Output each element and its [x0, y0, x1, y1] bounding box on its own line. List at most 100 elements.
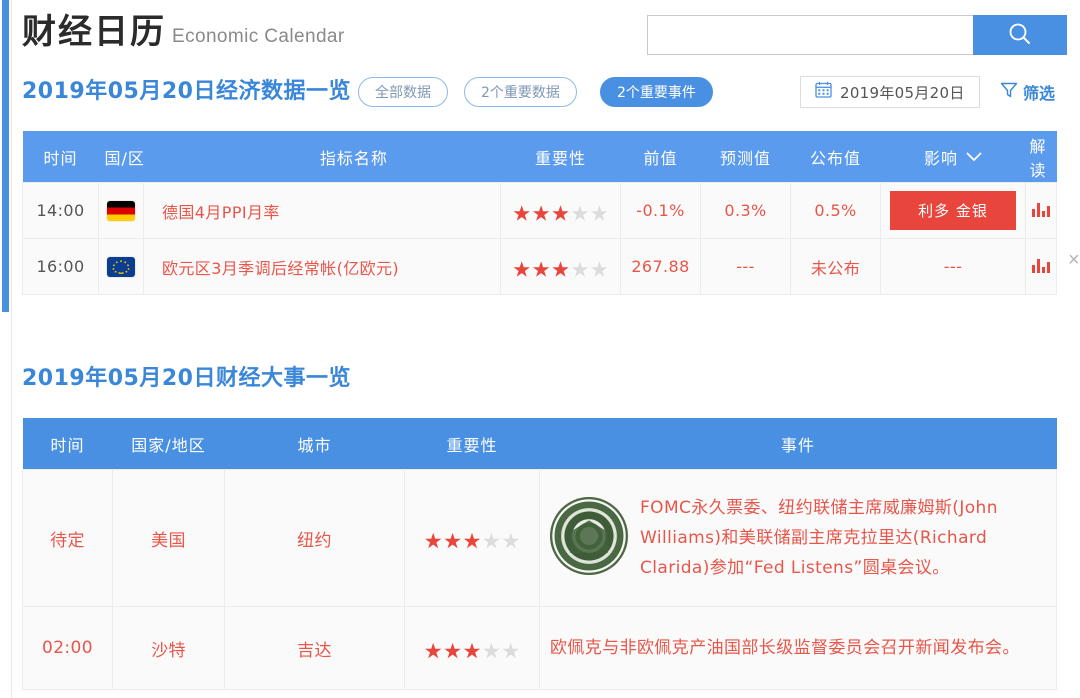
page-title-zh: 财经日历: [22, 12, 166, 52]
star-empty: [591, 205, 608, 221]
cell-flag: [98, 182, 144, 239]
cell-event-country: 美国: [112, 469, 225, 607]
cell-event-importance: [404, 469, 540, 607]
cell-interpretation: [1025, 182, 1058, 239]
col-forecast[interactable]: 预测值: [700, 131, 791, 183]
star-filled: [532, 261, 550, 277]
star-empty: [483, 532, 500, 549]
cell-event-time: 待定: [22, 469, 113, 607]
cell-importance: [500, 238, 622, 295]
economic-data-table: 时间 国/区 指标名称 重要性 前值 预测值 公布值 影响 解读 14:00 德…: [22, 131, 1058, 295]
col-impact-label: 影响: [924, 148, 959, 168]
star-filled: [513, 205, 530, 221]
cell-time: 14:00: [22, 182, 99, 239]
col-country-label: 国/区: [104, 148, 145, 168]
star-filled: [463, 532, 481, 549]
col-event-country[interactable]: 国家/地区: [112, 418, 225, 470]
table-row[interactable]: 待定 美国 纽约 FOMC永久票委、纽约联储主席威廉姆斯(John Willia…: [22, 469, 1057, 607]
star-empty: [591, 261, 608, 277]
col-event-importance[interactable]: 重要性: [404, 418, 540, 470]
search-bar: [647, 15, 1067, 55]
col-previous[interactable]: 前值: [620, 131, 701, 183]
filter-label: 筛选: [1023, 84, 1056, 103]
star-empty: [502, 532, 519, 549]
events-table-header-row: 时间 国家/地区 城市 重要性 事件: [22, 418, 1057, 470]
star-filled: [425, 532, 442, 549]
star-filled: [444, 532, 461, 549]
funnel-icon: [1000, 81, 1018, 104]
star-empty: [502, 642, 519, 659]
cell-previous: 267.88: [620, 238, 702, 295]
cell-indicator-name[interactable]: 欧元区3月季调后经常帐(亿欧元): [142, 238, 502, 295]
col-interpretation[interactable]: 解读: [1025, 131, 1057, 183]
date-picker[interactable]: 2019年05月20日: [800, 76, 980, 108]
cell-event-country: 沙特: [112, 606, 225, 690]
cell-previous: -0.1%: [620, 182, 702, 239]
star-filled: [532, 205, 550, 221]
cell-event-description: FOMC永久票委、纽约联储主席威廉姆斯(John Williams)和美联储副主…: [539, 469, 1057, 607]
filter-button[interactable]: 筛选: [1000, 76, 1055, 108]
cell-event-description: 欧佩克与非欧佩克产油国部长级监督委员会召开新闻发布会。: [539, 606, 1057, 690]
data-table-header-row: 时间 国/区 指标名称 重要性 前值 预测值 公布值 影响 解读: [22, 131, 1057, 183]
event-text: FOMC永久票委、纽约联储主席威廉姆斯(John Williams)和美联储副主…: [640, 498, 998, 578]
col-actual[interactable]: 公布值: [790, 131, 881, 183]
star-empty: [571, 261, 589, 277]
star-filled: [552, 261, 569, 277]
cell-impact: ---: [880, 238, 1027, 295]
col-impact[interactable]: 影响: [880, 131, 1026, 183]
cell-importance: [500, 182, 622, 239]
economic-events-table: 时间 国家/地区 城市 重要性 事件 待定 美国 纽约 FOMC永久票委、纽约联…: [22, 418, 1057, 690]
star-filled: [463, 642, 481, 659]
close-icon[interactable]: ×: [1068, 250, 1080, 270]
col-event-name[interactable]: 事件: [539, 418, 1057, 470]
bar-chart-icon[interactable]: [1032, 201, 1051, 217]
european-union-flag-icon: [107, 256, 135, 277]
events-section-title: 2019年05月20日财经大事一览: [22, 366, 351, 391]
cell-actual: 0.5%: [790, 182, 882, 239]
col-indicator-label: 指标名称: [319, 148, 388, 168]
germany-flag-icon: [107, 200, 135, 221]
impact-badge[interactable]: 利多 金银: [890, 191, 1017, 230]
star-filled: [444, 642, 461, 659]
cell-event-importance: [404, 606, 540, 690]
filter-pill-important-data[interactable]: 2个重要数据: [464, 77, 577, 107]
page-title-en: Economic Calendar: [172, 26, 345, 47]
search-icon: [1005, 19, 1035, 52]
bar-chart-icon[interactable]: [1032, 257, 1051, 273]
cell-interpretation: [1025, 238, 1058, 295]
table-row[interactable]: 02:00 沙特 吉达 欧佩克与非欧佩克产油国部长级监督委员会召开新闻发布会。: [22, 606, 1057, 690]
event-text: 欧佩克与非欧佩克产油国部长级监督委员会召开新闻发布会。: [550, 638, 1020, 658]
cell-event-city: 纽约: [224, 469, 405, 607]
federal-reserve-seal-icon: [550, 497, 628, 575]
table-row[interactable]: 16:00 欧元区3月季调后经常帐(亿欧元) 267.88 --- 未公布 --…: [22, 238, 1058, 295]
star-empty: [571, 205, 589, 221]
cell-flag: [98, 238, 144, 295]
col-event-time[interactable]: 时间: [22, 418, 113, 470]
filter-pill-important-events[interactable]: 2个重要事件: [600, 77, 713, 107]
col-time[interactable]: 时间: [22, 131, 99, 183]
col-event-city[interactable]: 城市: [224, 418, 405, 470]
cell-actual: 未公布: [790, 238, 882, 295]
star-empty: [483, 642, 500, 659]
cell-forecast: 0.3%: [700, 182, 792, 239]
cell-impact: 利多 金银: [880, 182, 1027, 239]
cell-event-city: 吉达: [224, 606, 405, 690]
calendar-icon: [815, 81, 832, 103]
filter-pill-all-data[interactable]: 全部数据: [358, 77, 448, 107]
search-button[interactable]: [973, 15, 1067, 55]
cell-forecast: ---: [700, 238, 792, 295]
col-country[interactable]: 国/区 指标名称: [98, 131, 501, 183]
star-filled: [513, 261, 530, 277]
cell-time: 16:00: [22, 238, 99, 295]
cell-indicator-name[interactable]: 德国4月PPI月率: [142, 182, 502, 239]
chevron-down-icon[interactable]: [966, 147, 982, 166]
col-importance[interactable]: 重要性: [500, 131, 621, 183]
star-filled: [552, 205, 569, 221]
star-filled: [425, 642, 442, 659]
cell-event-time: 02:00: [22, 606, 113, 690]
economic-calendar-page: 财经日历 Economic Calendar 2019年05月20日经济数据一览…: [0, 0, 1080, 698]
table-row[interactable]: 14:00 德国4月PPI月率 -0.1% 0.3% 0.5% 利多 金银: [22, 182, 1058, 239]
date-picker-value: 2019年05月20日: [840, 83, 965, 102]
search-input[interactable]: [647, 15, 973, 55]
page-header: 财经日历 Economic Calendar: [0, 0, 1080, 68]
